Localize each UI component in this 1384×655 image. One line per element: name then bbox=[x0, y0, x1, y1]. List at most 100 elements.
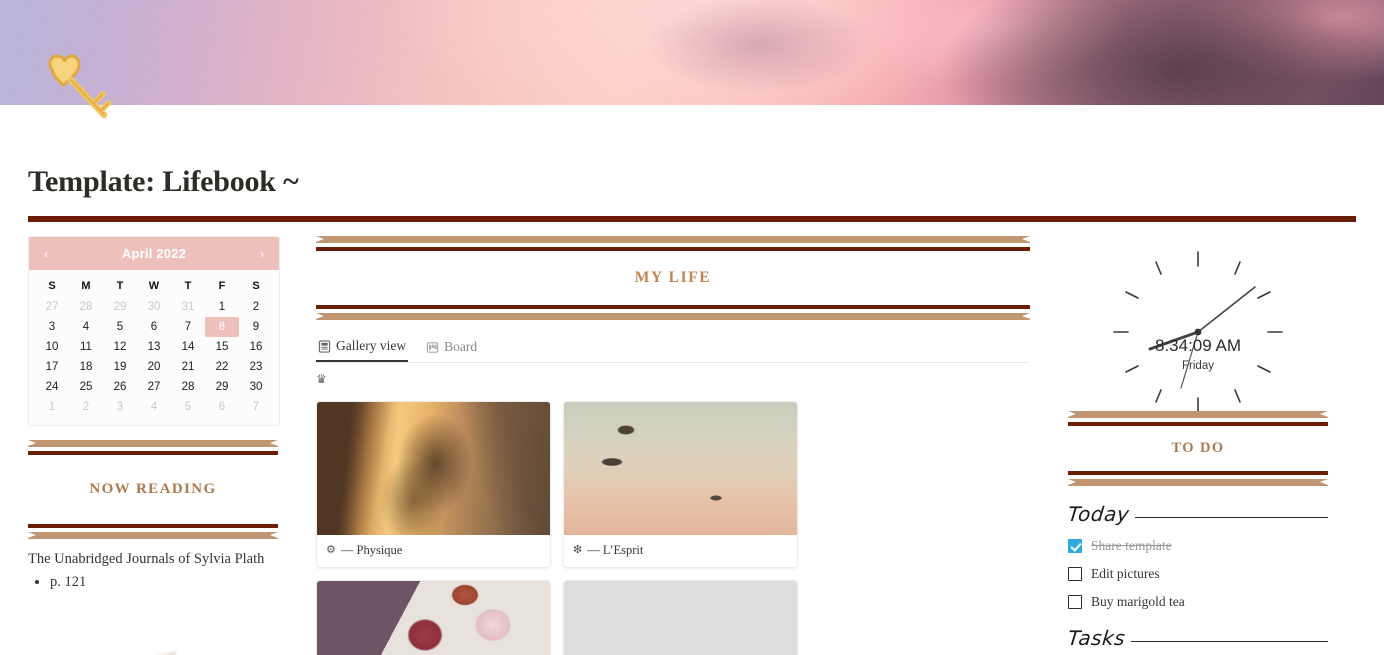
now-reading-book-title: The Unabridged Journals of Sylvia Plath bbox=[28, 551, 265, 567]
divider-tan bbox=[1068, 411, 1328, 418]
gallery-card-image bbox=[564, 581, 797, 655]
calendar-day[interactable]: 26 bbox=[103, 377, 137, 397]
book-pages-image bbox=[38, 605, 286, 655]
calendar-widget[interactable]: ‹ April 2022 › SMTWTFS 27 28 29 30 31 1 2 3 4 5 6 7… bbox=[28, 236, 280, 426]
calendar-day-today[interactable]: 8 bbox=[205, 317, 239, 337]
calendar-grid: SMTWTFS 27 28 29 30 31 1 2 3 4 5 6 7 8 9 10 11 12 13 14 15 1… bbox=[29, 270, 279, 425]
calendar-day[interactable]: 3 bbox=[35, 317, 69, 337]
calendar-week-row: 1234567 bbox=[35, 397, 273, 417]
calendar-day[interactable]: 20 bbox=[137, 357, 171, 377]
calendar-day[interactable]: 27 bbox=[35, 297, 69, 317]
todo-group-rule bbox=[1131, 640, 1328, 642]
now-reading-notes: p. 121 bbox=[50, 574, 278, 591]
page-title: Template: Lifebook ~ bbox=[28, 165, 299, 198]
calendar-day[interactable]: 30 bbox=[137, 297, 171, 317]
calendar-day[interactable]: 30 bbox=[239, 377, 273, 397]
calendar-day[interactable]: 15 bbox=[205, 337, 239, 357]
gear-flower-icon: ⚙ bbox=[326, 544, 336, 556]
gallery-card-image bbox=[564, 402, 797, 535]
todo-item[interactable]: Edit pictures bbox=[1068, 566, 1328, 582]
calendar-day[interactable]: 6 bbox=[205, 397, 239, 417]
calendar-day[interactable]: 28 bbox=[171, 377, 205, 397]
tab-label: Gallery view bbox=[336, 338, 407, 353]
todo-item-label: Buy marigold tea bbox=[1091, 594, 1185, 609]
todo-item-label: Share template bbox=[1091, 538, 1172, 553]
calendar-day[interactable]: 17 bbox=[35, 357, 69, 377]
heart-key-icon[interactable] bbox=[36, 45, 128, 137]
my-life-title: MY LIFE bbox=[634, 269, 712, 286]
calendar-day[interactable]: 1 bbox=[205, 297, 239, 317]
clock-time-text: 8:34:09 AM bbox=[1154, 336, 1241, 355]
todo-group-header: Today bbox=[1067, 502, 1328, 526]
gallery-card-title: — Physique bbox=[340, 543, 403, 557]
calendar-day[interactable]: 6 bbox=[137, 317, 171, 337]
calendar-day[interactable]: 19 bbox=[103, 357, 137, 377]
divider-tan bbox=[316, 236, 1030, 243]
gallery-card-caption: ⚙ — Physique bbox=[317, 535, 550, 567]
gallery-view-icon bbox=[318, 339, 331, 353]
calendar-day[interactable]: 11 bbox=[69, 337, 103, 357]
gallery-card[interactable]: ⚫— Qualité de vie bbox=[316, 580, 551, 655]
calendar-day[interactable]: 2 bbox=[69, 397, 103, 417]
page-body: Template: Lifebook ~ ‹ April 2022 › S M T W… bbox=[0, 167, 1384, 655]
calendar-day[interactable]: 28 bbox=[69, 297, 103, 317]
gallery-card[interactable]: ⚙ — Physique bbox=[316, 401, 551, 568]
todo-item[interactable]: Buy marigold tea bbox=[1068, 594, 1328, 610]
todo-checkbox[interactable] bbox=[1068, 567, 1082, 581]
calendar-week-row: 10 11 12 13 14 15 16 bbox=[35, 337, 273, 357]
calendar-day[interactable]: 9 bbox=[239, 317, 273, 337]
shells-overlay bbox=[317, 581, 550, 655]
gallery-card-caption: ❇ — L’Esprit bbox=[564, 535, 797, 567]
calendar-day[interactable]: 10 bbox=[35, 337, 69, 357]
todo-item[interactable]: Share template bbox=[1068, 538, 1328, 554]
todo-list: Today Share template Edit pictures Buy mari… bbox=[1067, 502, 1328, 650]
calendar-day[interactable]: 27 bbox=[137, 377, 171, 397]
todo-group: Today Share template Edit pictures Buy mari… bbox=[1067, 502, 1328, 610]
tab-board[interactable]: Board bbox=[424, 337, 479, 361]
gallery-card-image bbox=[317, 581, 550, 655]
calendar-day[interactable]: 29 bbox=[103, 297, 137, 317]
calendar-day[interactable]: 3 bbox=[103, 397, 137, 417]
todo-item-label: Edit pictures bbox=[1091, 566, 1160, 581]
divider-tan bbox=[316, 313, 1030, 320]
calendar-day[interactable]: 5 bbox=[171, 397, 205, 417]
crown-icon: ♛ bbox=[316, 372, 327, 386]
calendar-day[interactable]: 16 bbox=[239, 337, 273, 357]
calendar-day[interactable]: 13 bbox=[137, 337, 171, 357]
tab-label: Board bbox=[444, 339, 478, 354]
calendar-day[interactable]: 22 bbox=[205, 357, 239, 377]
left-column: ‹ April 2022 › SMTWTFS 27 28 29 30 31 1 2 3 4 5 6 7… bbox=[28, 236, 308, 655]
calendar-day[interactable]: 31 bbox=[171, 297, 205, 317]
gallery-grid: ⚙ — Physique ❇ — L’Esprit ⚫— Qualité de vie bbox=[316, 401, 1030, 655]
todo-checkbox[interactable] bbox=[1068, 539, 1082, 553]
gallery-card-image bbox=[317, 402, 550, 535]
calendar-day[interactable]: 1 bbox=[35, 397, 69, 417]
calendar-day[interactable]: 5 bbox=[103, 317, 137, 337]
calendar-day[interactable]: 4 bbox=[69, 317, 103, 337]
calendar-day[interactable]: 4 bbox=[137, 397, 171, 417]
calendar-weekday-0: S bbox=[48, 280, 56, 292]
calendar-week-row: 27 28 29 30 31 1 2 bbox=[35, 297, 273, 317]
calendar-day[interactable]: 24 bbox=[35, 377, 69, 397]
page-cover-image bbox=[0, 0, 1384, 105]
calendar-day[interactable]: 7 bbox=[239, 397, 273, 417]
calendar-weekday-4: T bbox=[184, 280, 192, 292]
todo-checkbox[interactable] bbox=[1068, 595, 1082, 609]
gallery-card[interactable]: ❇ — L’Esprit bbox=[563, 401, 798, 568]
calendar-day[interactable]: 2 bbox=[239, 297, 273, 317]
calendar-header: ‹ April 2022 › bbox=[29, 237, 279, 270]
tab-gallery-view[interactable]: Gallery view bbox=[316, 336, 409, 362]
clock-face bbox=[1113, 251, 1283, 413]
calendar-day[interactable]: 14 bbox=[171, 337, 205, 357]
calendar-day[interactable]: 25 bbox=[69, 377, 103, 397]
calendar-day[interactable]: 12 bbox=[103, 337, 137, 357]
calendar-prev-month-button[interactable]: ‹ bbox=[39, 247, 53, 260]
calendar-day[interactable]: 29 bbox=[205, 377, 239, 397]
gallery-card[interactable] bbox=[563, 580, 798, 655]
calendar-day[interactable]: 21 bbox=[171, 357, 205, 377]
calendar-day[interactable]: 23 bbox=[239, 357, 273, 377]
calendar-week-row: 17 18 19 20 21 22 23 bbox=[35, 357, 273, 377]
calendar-next-month-button[interactable]: › bbox=[255, 247, 269, 260]
calendar-day[interactable]: 7 bbox=[171, 317, 205, 337]
calendar-day[interactable]: 18 bbox=[69, 357, 103, 377]
